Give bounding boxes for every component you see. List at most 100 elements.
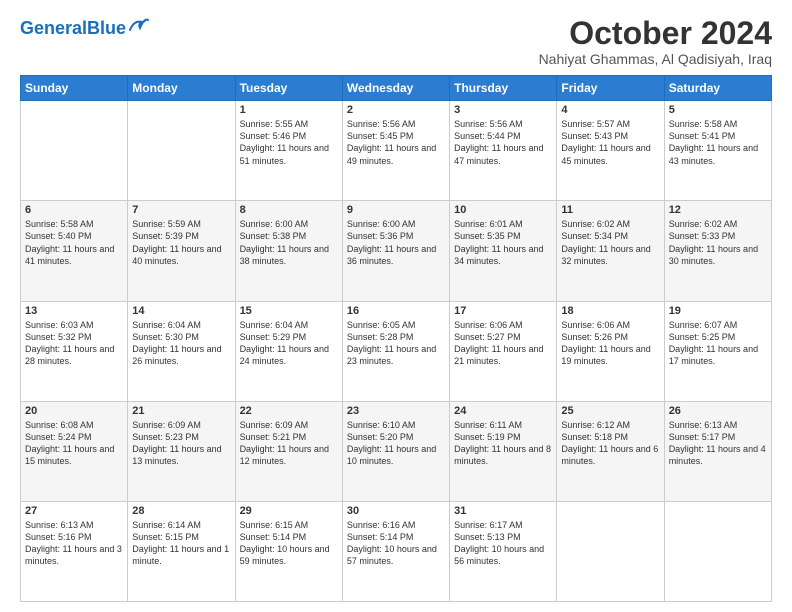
- cell-day-number: 22: [240, 405, 338, 417]
- cell-content: Sunrise: 6:13 AMSunset: 5:16 PMDaylight:…: [25, 519, 123, 568]
- cell-day-number: 17: [454, 305, 552, 317]
- calendar-cell: 25 Sunrise: 6:12 AMSunset: 5:18 PMDayligh…: [557, 401, 664, 501]
- calendar-cell: 21Sunrise: 6:09 AMSunset: 5:23 PMDayligh…: [128, 401, 235, 501]
- week-row-1: 1Sunrise: 5:55 AMSunset: 5:46 PMDaylight…: [21, 101, 772, 201]
- weekday-header-friday: Friday: [557, 76, 664, 101]
- month-title: October 2024: [539, 16, 772, 51]
- calendar-cell: 22 Sunrise: 6:09 AMSunset: 5:21 PMDayligh…: [235, 401, 342, 501]
- cell-content: Sunrise: 6:02 AMSunset: 5:33 PMDaylight:…: [669, 218, 767, 267]
- calendar-cell: 20 Sunrise: 6:08 AMSunset: 5:24 PMDayligh…: [21, 401, 128, 501]
- cell-day-number: 14: [132, 305, 230, 317]
- cell-content: Sunrise: 6:09 AMSunset: 5:23 PMDaylight:…: [132, 419, 230, 468]
- calendar-cell: 15 Sunrise: 6:04 AMSunset: 5:29 PMDayligh…: [235, 301, 342, 401]
- calendar-cell: 30 Sunrise: 6:16 AMSunset: 5:14 PMDayligh…: [342, 501, 449, 601]
- cell-content: Sunrise: 6:04 AMSunset: 5:29 PMDaylight:…: [240, 319, 338, 368]
- calendar-cell: 24Sunrise: 6:11 AMSunset: 5:19 PMDayligh…: [450, 401, 557, 501]
- cell-day-number: 9: [347, 204, 445, 216]
- logo-blue: Blue: [87, 18, 126, 38]
- weekday-header-sunday: Sunday: [21, 76, 128, 101]
- calendar-cell: 11 Sunrise: 6:02 AMSunset: 5:34 PMDayligh…: [557, 201, 664, 301]
- cell-content: Sunrise: 6:02 AMSunset: 5:34 PMDaylight:…: [561, 218, 659, 267]
- calendar-cell: 29 Sunrise: 6:15 AMSunset: 5:14 PMDayligh…: [235, 501, 342, 601]
- cell-content: Sunrise: 6:07 AMSunset: 5:25 PMDaylight:…: [669, 319, 767, 368]
- calendar-cell: 19 Sunrise: 6:07 AMSunset: 5:25 PMDayligh…: [664, 301, 771, 401]
- calendar-page: GeneralBlue October 2024 Nahiyat Ghammas…: [0, 0, 792, 612]
- cell-day-number: 7: [132, 204, 230, 216]
- cell-day-number: 29: [240, 505, 338, 517]
- cell-day-number: 31: [454, 505, 552, 517]
- calendar-cell: 31 Sunrise: 6:17 AMSunset: 5:13 PMDayligh…: [450, 501, 557, 601]
- calendar-cell: 8Sunrise: 6:00 AMSunset: 5:38 PMDaylight…: [235, 201, 342, 301]
- calendar-cell: 17Sunrise: 6:06 AMSunset: 5:27 PMDayligh…: [450, 301, 557, 401]
- cell-day-number: 30: [347, 505, 445, 517]
- cell-day-number: 15: [240, 305, 338, 317]
- weekday-header-thursday: Thursday: [450, 76, 557, 101]
- week-row-3: 13 Sunrise: 6:03 AMSunset: 5:32 PMDayligh…: [21, 301, 772, 401]
- cell-day-number: 25: [561, 405, 659, 417]
- calendar-cell: 26Sunrise: 6:13 AMSunset: 5:17 PMDayligh…: [664, 401, 771, 501]
- weekday-header-monday: Monday: [128, 76, 235, 101]
- cell-content: Sunrise: 6:12 AMSunset: 5:18 PMDaylight:…: [561, 419, 659, 468]
- cell-content: Sunrise: 6:00 AMSunset: 5:36 PMDaylight:…: [347, 218, 445, 267]
- calendar-cell: 6Sunrise: 5:58 AMSunset: 5:40 PMDaylight…: [21, 201, 128, 301]
- calendar-cell: 10Sunrise: 6:01 AMSunset: 5:35 PMDayligh…: [450, 201, 557, 301]
- cell-content: Sunrise: 6:15 AMSunset: 5:14 PMDaylight:…: [240, 519, 338, 568]
- cell-content: Sunrise: 6:09 AMSunset: 5:21 PMDaylight:…: [240, 419, 338, 468]
- cell-day-number: 4: [561, 104, 659, 116]
- cell-content: Sunrise: 6:04 AMSunset: 5:30 PMDaylight:…: [132, 319, 230, 368]
- calendar-table: SundayMondayTuesdayWednesdayThursdayFrid…: [20, 75, 772, 602]
- cell-day-number: 12: [669, 204, 767, 216]
- cell-day-number: 13: [25, 305, 123, 317]
- calendar-cell: 4 Sunrise: 5:57 AMSunset: 5:43 PMDaylight…: [557, 101, 664, 201]
- cell-day-number: 20: [25, 405, 123, 417]
- cell-content: Sunrise: 5:58 AMSunset: 5:41 PMDaylight:…: [669, 118, 767, 167]
- weekday-header-row: SundayMondayTuesdayWednesdayThursdayFrid…: [21, 76, 772, 101]
- calendar-cell: [128, 101, 235, 201]
- week-row-4: 20 Sunrise: 6:08 AMSunset: 5:24 PMDayligh…: [21, 401, 772, 501]
- calendar-cell: 9 Sunrise: 6:00 AMSunset: 5:36 PMDaylight…: [342, 201, 449, 301]
- logo-bird-icon: [128, 16, 150, 40]
- cell-content: Sunrise: 6:16 AMSunset: 5:14 PMDaylight:…: [347, 519, 445, 568]
- cell-day-number: 2: [347, 104, 445, 116]
- calendar-cell: [664, 501, 771, 601]
- cell-content: Sunrise: 6:14 AMSunset: 5:15 PMDaylight:…: [132, 519, 230, 568]
- cell-content: Sunrise: 6:08 AMSunset: 5:24 PMDaylight:…: [25, 419, 123, 468]
- calendar-cell: 13 Sunrise: 6:03 AMSunset: 5:32 PMDayligh…: [21, 301, 128, 401]
- calendar-cell: 7Sunrise: 5:59 AMSunset: 5:39 PMDaylight…: [128, 201, 235, 301]
- cell-content: Sunrise: 6:03 AMSunset: 5:32 PMDaylight:…: [25, 319, 123, 368]
- cell-content: Sunrise: 6:13 AMSunset: 5:17 PMDaylight:…: [669, 419, 767, 468]
- calendar-cell: [21, 101, 128, 201]
- cell-day-number: 6: [25, 204, 123, 216]
- title-block: October 2024 Nahiyat Ghammas, Al Qadisiy…: [539, 16, 772, 67]
- cell-day-number: 19: [669, 305, 767, 317]
- cell-content: Sunrise: 6:10 AMSunset: 5:20 PMDaylight:…: [347, 419, 445, 468]
- cell-day-number: 1: [240, 104, 338, 116]
- cell-content: Sunrise: 6:17 AMSunset: 5:13 PMDaylight:…: [454, 519, 552, 568]
- cell-content: Sunrise: 6:05 AMSunset: 5:28 PMDaylight:…: [347, 319, 445, 368]
- cell-day-number: 3: [454, 104, 552, 116]
- calendar-cell: 2 Sunrise: 5:56 AMSunset: 5:45 PMDaylight…: [342, 101, 449, 201]
- cell-content: Sunrise: 6:11 AMSunset: 5:19 PMDaylight:…: [454, 419, 552, 468]
- calendar-cell: [557, 501, 664, 601]
- cell-content: Sunrise: 5:57 AMSunset: 5:43 PMDaylight:…: [561, 118, 659, 167]
- calendar-cell: 28 Sunrise: 6:14 AMSunset: 5:15 PMDayligh…: [128, 501, 235, 601]
- calendar-cell: 14 Sunrise: 6:04 AMSunset: 5:30 PMDayligh…: [128, 301, 235, 401]
- calendar-cell: 3Sunrise: 5:56 AMSunset: 5:44 PMDaylight…: [450, 101, 557, 201]
- logo-general: General: [20, 18, 87, 38]
- cell-day-number: 18: [561, 305, 659, 317]
- cell-day-number: 28: [132, 505, 230, 517]
- weekday-header-wednesday: Wednesday: [342, 76, 449, 101]
- cell-day-number: 5: [669, 104, 767, 116]
- calendar-cell: 12 Sunrise: 6:02 AMSunset: 5:33 PMDayligh…: [664, 201, 771, 301]
- calendar-cell: 27Sunrise: 6:13 AMSunset: 5:16 PMDayligh…: [21, 501, 128, 601]
- logo-text: GeneralBlue: [20, 18, 126, 39]
- logo: GeneralBlue: [20, 16, 150, 40]
- calendar-cell: 16Sunrise: 6:05 AMSunset: 5:28 PMDayligh…: [342, 301, 449, 401]
- cell-day-number: 8: [240, 204, 338, 216]
- calendar-cell: 23Sunrise: 6:10 AMSunset: 5:20 PMDayligh…: [342, 401, 449, 501]
- cell-day-number: 11: [561, 204, 659, 216]
- header: GeneralBlue October 2024 Nahiyat Ghammas…: [20, 16, 772, 67]
- weekday-header-saturday: Saturday: [664, 76, 771, 101]
- week-row-2: 6Sunrise: 5:58 AMSunset: 5:40 PMDaylight…: [21, 201, 772, 301]
- cell-content: Sunrise: 5:56 AMSunset: 5:45 PMDaylight:…: [347, 118, 445, 167]
